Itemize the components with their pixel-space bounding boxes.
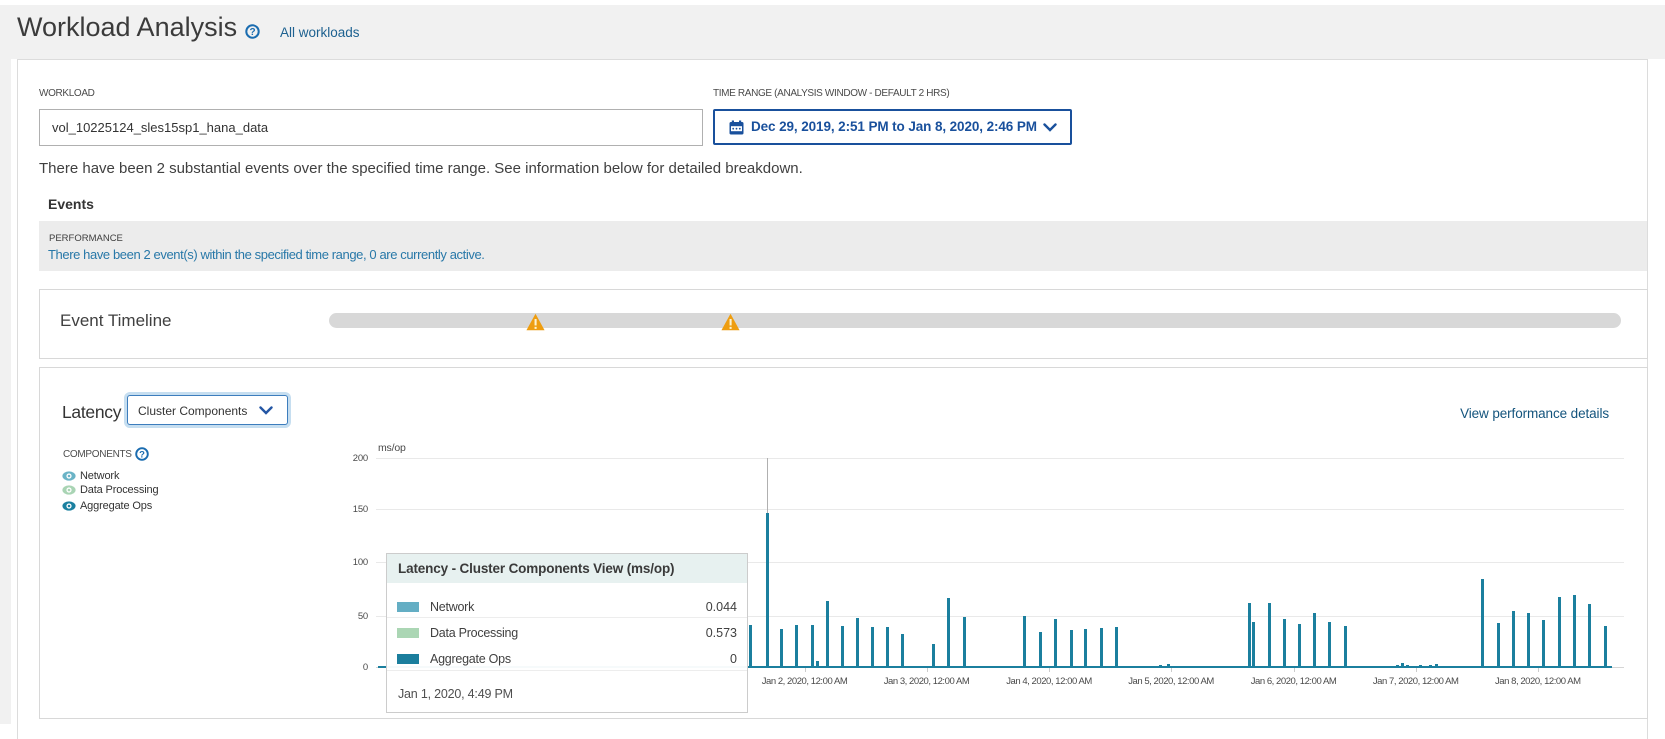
svg-text:?: ? — [249, 27, 255, 38]
svg-text:?: ? — [139, 450, 145, 461]
